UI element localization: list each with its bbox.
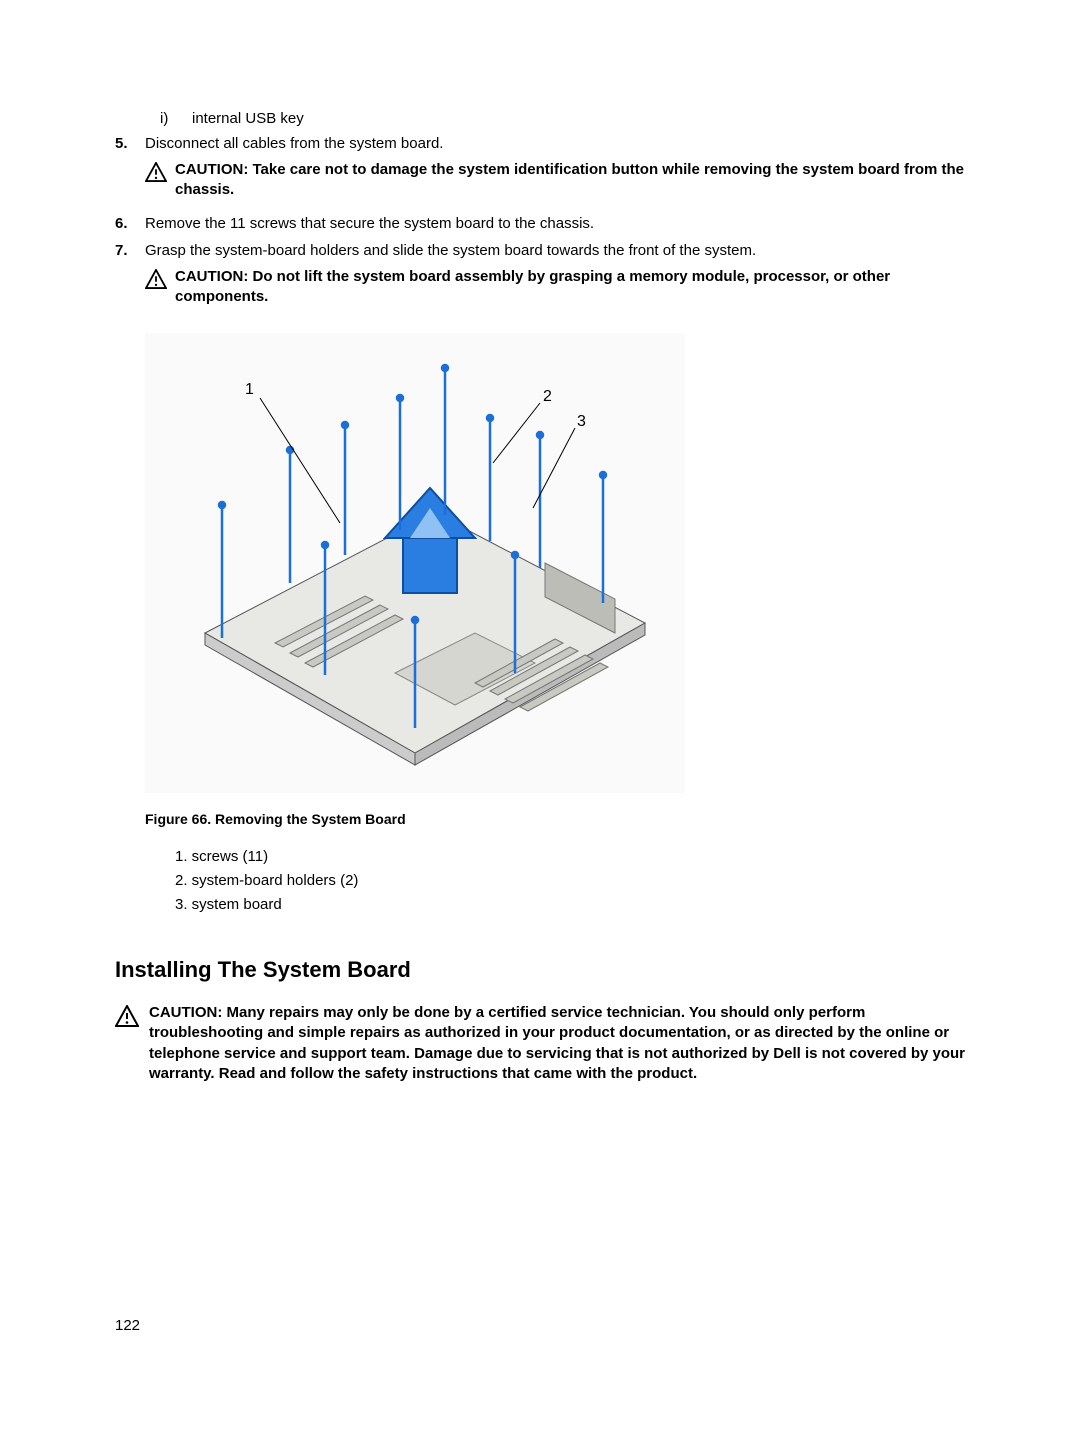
- step-text: Remove the 11 screws that secure the sys…: [145, 213, 965, 234]
- caution-text: CAUTION: Take care not to damage the sys…: [175, 160, 965, 201]
- figure-caption: Figure 66. Removing the System Board: [145, 811, 965, 827]
- figure-legend: 1. screws (11) 2. system-board holders (…: [175, 845, 965, 917]
- step-content: Remove the 11 screws that secure the sys…: [145, 213, 965, 234]
- callout-3: 3: [577, 413, 586, 431]
- caution-icon: [115, 1005, 139, 1027]
- step-6: 6. Remove the 11 screws that secure the …: [115, 213, 965, 234]
- caution-icon: [145, 269, 167, 289]
- caution-block: CAUTION: Take care not to damage the sys…: [145, 160, 965, 201]
- step-text: Grasp the system-board holders and slide…: [145, 240, 965, 261]
- page-number: 122: [115, 1317, 140, 1334]
- motherboard-illustration: [145, 333, 685, 793]
- step-text: Disconnect all cables from the system bo…: [145, 133, 965, 154]
- caution-block: CAUTION: Many repairs may only be done b…: [115, 1003, 965, 1084]
- document-page: i) internal USB key 5. Disconnect all ca…: [0, 0, 1080, 1084]
- numbered-list: 5. Disconnect all cables from the system…: [115, 133, 965, 313]
- caution-text: CAUTION: Many repairs may only be done b…: [149, 1003, 965, 1084]
- caution-text: CAUTION: Do not lift the system board as…: [175, 267, 965, 308]
- sub-list: i) internal USB key: [160, 110, 965, 127]
- step-7: 7. Grasp the system-board holders and sl…: [115, 240, 965, 314]
- sub-list-marker: i): [160, 110, 176, 127]
- sub-list-text: internal USB key: [192, 110, 304, 127]
- legend-item: 2. system-board holders (2): [175, 869, 965, 893]
- step-number: 6.: [115, 213, 145, 234]
- step-5: 5. Disconnect all cables from the system…: [115, 133, 965, 207]
- step-number: 7.: [115, 240, 145, 314]
- caution-block: CAUTION: Do not lift the system board as…: [145, 267, 965, 308]
- callout-2: 2: [543, 388, 552, 406]
- figure-container: 1 2 3 Figure 66. Removing the System Boa…: [145, 333, 965, 917]
- system-board-diagram: 1 2 3: [145, 333, 685, 793]
- section-heading: Installing The System Board: [115, 957, 965, 983]
- step-content: Grasp the system-board holders and slide…: [145, 240, 965, 314]
- step-content: Disconnect all cables from the system bo…: [145, 133, 965, 207]
- caution-icon: [145, 162, 167, 182]
- sub-list-item: i) internal USB key: [160, 110, 965, 127]
- legend-item: 3. system board: [175, 893, 965, 917]
- legend-item: 1. screws (11): [175, 845, 965, 869]
- callout-1: 1: [245, 381, 254, 399]
- step-number: 5.: [115, 133, 145, 207]
